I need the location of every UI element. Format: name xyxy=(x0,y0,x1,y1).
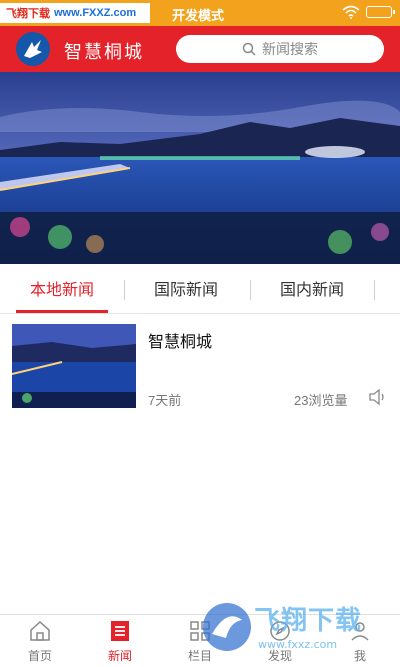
news-views: 23浏览量 xyxy=(294,393,348,408)
status-bar: 飞翔下载 www.FXXZ.com 开发模式 xyxy=(0,0,400,26)
status-icons xyxy=(342,5,395,19)
battery-icon xyxy=(366,6,395,18)
news-list-item[interactable]: 智慧桐城 7天前 23浏览量 xyxy=(0,318,400,418)
watermark-text: 飞翔下载 xyxy=(254,605,363,635)
search-placeholder: 新闻搜索 xyxy=(262,41,318,57)
active-tab-indicator xyxy=(16,310,108,313)
speaker-icon[interactable] xyxy=(368,388,388,406)
watermark-overlay: 飞翔下载 www.fxxz.com xyxy=(196,594,400,667)
search-input[interactable]: 新闻搜索 xyxy=(176,35,384,63)
tab-divider xyxy=(124,280,125,300)
news-icon xyxy=(111,621,129,641)
nav-label-home: 首页 xyxy=(27,649,52,663)
tab-divider xyxy=(374,280,375,300)
app-title: 智慧桐城 xyxy=(64,42,144,62)
nav-item-news[interactable]: 新闻 xyxy=(90,619,150,667)
nav-item-home[interactable]: 首页 xyxy=(10,619,70,667)
search-icon xyxy=(242,42,256,56)
home-icon xyxy=(30,620,50,641)
tab-local-news[interactable]: 本地新闻 xyxy=(16,276,108,306)
app-logo-icon xyxy=(16,32,50,66)
app-header: 智慧桐城 新闻搜索 xyxy=(0,26,400,72)
watermark-badge-url: www.FXXZ.com xyxy=(54,7,137,19)
status-title: 开发模式 xyxy=(172,8,225,23)
category-tabs: 本地新闻 国际新闻 国内新闻 xyxy=(0,268,400,314)
watermark-url: www.fxxz.com xyxy=(258,638,338,651)
tab-divider xyxy=(250,280,251,300)
watermark-logo-icon xyxy=(203,603,251,651)
watermark-badge: 飞翔下载 www.FXXZ.com xyxy=(0,3,150,23)
news-title: 智慧桐城 xyxy=(148,334,213,351)
news-time: 7天前 xyxy=(148,393,182,408)
wifi-icon xyxy=(342,5,360,19)
tab-international-news[interactable]: 国际新闻 xyxy=(140,276,232,306)
tab-domestic-news[interactable]: 国内新闻 xyxy=(266,276,358,306)
watermark-badge-text: 飞翔下载 xyxy=(6,8,50,20)
nav-label-news: 新闻 xyxy=(107,649,132,663)
banner-image[interactable] xyxy=(0,72,400,264)
news-thumbnail xyxy=(12,324,136,408)
